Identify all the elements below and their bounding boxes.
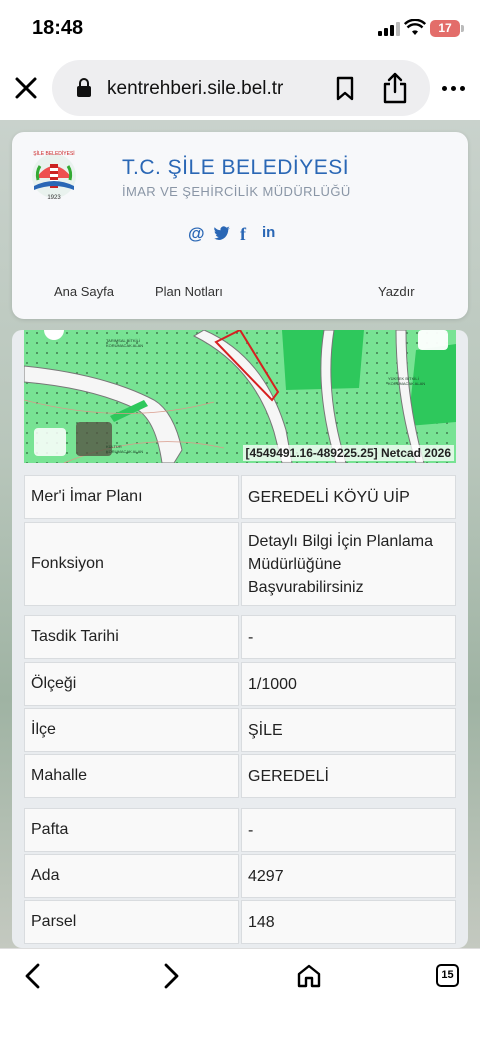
row-label: Mahalle: [24, 754, 239, 798]
table-row: Pafta -: [24, 808, 456, 852]
battery-tip: [461, 25, 464, 32]
parcel-info-panel: [4549491.16-489225.25] Netcad 2026 YÜKSE…: [12, 330, 468, 948]
map-label: YÜKSEK BİTKİLİ KORUMACAK ALAN: [388, 376, 426, 386]
row-value: Detaylı Bilgi İçin Planlama Müdürlüğüne …: [241, 522, 456, 606]
row-label: Ada: [24, 854, 239, 898]
row-value: 1/1000: [241, 662, 456, 706]
address-bar[interactable]: kentrehberi.sile.bel.tr: [52, 60, 430, 116]
linkedin-icon[interactable]: in: [262, 224, 275, 241]
org-subtitle: İMAR VE ŞEHİRCİLİK MÜDÜRLÜĞÜ: [122, 184, 351, 199]
map-canvas: [24, 330, 456, 463]
wifi-icon: [404, 19, 426, 35]
map-label: TARIMSAL BİTKİLİ KORUMACAK ALAN: [106, 338, 144, 348]
forward-icon[interactable]: [160, 963, 182, 989]
status-time: 18:48: [32, 17, 84, 39]
row-label: Pafta: [24, 808, 239, 852]
row-label: Mer'i İmar Planı: [24, 475, 239, 519]
nav-plan-notes[interactable]: Plan Notları: [155, 284, 223, 299]
home-icon[interactable]: [296, 963, 322, 989]
municipality-logo: 1923 ŞİLE BELEDİYESİ: [32, 150, 76, 201]
bookmark-icon[interactable]: [334, 76, 356, 102]
browser-toolbar: 15: [0, 948, 480, 1039]
row-value: GEREDELİ: [241, 754, 456, 798]
back-icon[interactable]: [22, 963, 44, 989]
logo-year: 1923: [47, 195, 61, 201]
nav-home[interactable]: Ana Sayfa: [54, 284, 114, 299]
org-title: T.C. ŞİLE BELEDİYESİ: [122, 156, 350, 179]
row-value: -: [241, 615, 456, 659]
site-header: 1923 ŞİLE BELEDİYESİ T.C. ŞİLE BELEDİYES…: [12, 132, 468, 319]
tabs-button[interactable]: 15: [436, 964, 459, 987]
table-row: Parsel 148: [24, 900, 456, 944]
logo-text: ŞİLE BELEDİYESİ: [33, 150, 74, 157]
table-row: Mahalle GEREDELİ: [24, 754, 456, 798]
parcel-map[interactable]: [4549491.16-489225.25] Netcad 2026 YÜKSE…: [24, 330, 456, 463]
nav-print[interactable]: Yazdır: [378, 284, 415, 299]
row-value: 148: [241, 900, 456, 944]
web-page: 1923 ŞİLE BELEDİYESİ T.C. ŞİLE BELEDİYES…: [0, 120, 480, 948]
table-row: Ölçeği 1/1000: [24, 662, 456, 706]
status-bar: 18:48 17: [0, 0, 480, 58]
row-label: Parsel: [24, 900, 239, 944]
cellular-signal-icon: [378, 22, 400, 36]
row-label: Tasdik Tarihi: [24, 615, 239, 659]
url-text[interactable]: kentrehberi.sile.bel.tr: [107, 78, 283, 100]
map-coordinates: [4549491.16-489225.25] Netcad 2026: [242, 445, 454, 461]
row-value: ŞİLE: [241, 708, 456, 752]
email-icon[interactable]: @: [188, 224, 205, 244]
row-label: İlçe: [24, 708, 239, 752]
table-row: İlçe ŞİLE: [24, 708, 456, 752]
facebook-icon[interactable]: f: [240, 224, 246, 245]
row-value: 4297: [241, 854, 456, 898]
row-label: Fonksiyon: [24, 522, 239, 606]
row-value: -: [241, 808, 456, 852]
table-row: Mer'i İmar Planı GEREDELİ KÖYÜ UİP: [24, 475, 456, 519]
table-row: Tasdik Tarihi -: [24, 615, 456, 659]
battery-indicator: 17: [430, 20, 460, 37]
table-row: Ada 4297: [24, 854, 456, 898]
share-icon[interactable]: [382, 72, 408, 104]
close-icon[interactable]: [12, 74, 40, 102]
row-label: Ölçeği: [24, 662, 239, 706]
table-row: Fonksiyon Detaylı Bilgi İçin Planlama Mü…: [24, 522, 456, 606]
lock-icon: [77, 78, 91, 97]
browser-address-row: kentrehberi.sile.bel.tr: [0, 58, 480, 120]
map-label: KÜLTÜR KORUMACAK ALAN: [106, 444, 144, 454]
more-icon[interactable]: [440, 84, 468, 94]
row-value: GEREDELİ KÖYÜ UİP: [241, 475, 456, 519]
twitter-icon[interactable]: [214, 226, 230, 240]
